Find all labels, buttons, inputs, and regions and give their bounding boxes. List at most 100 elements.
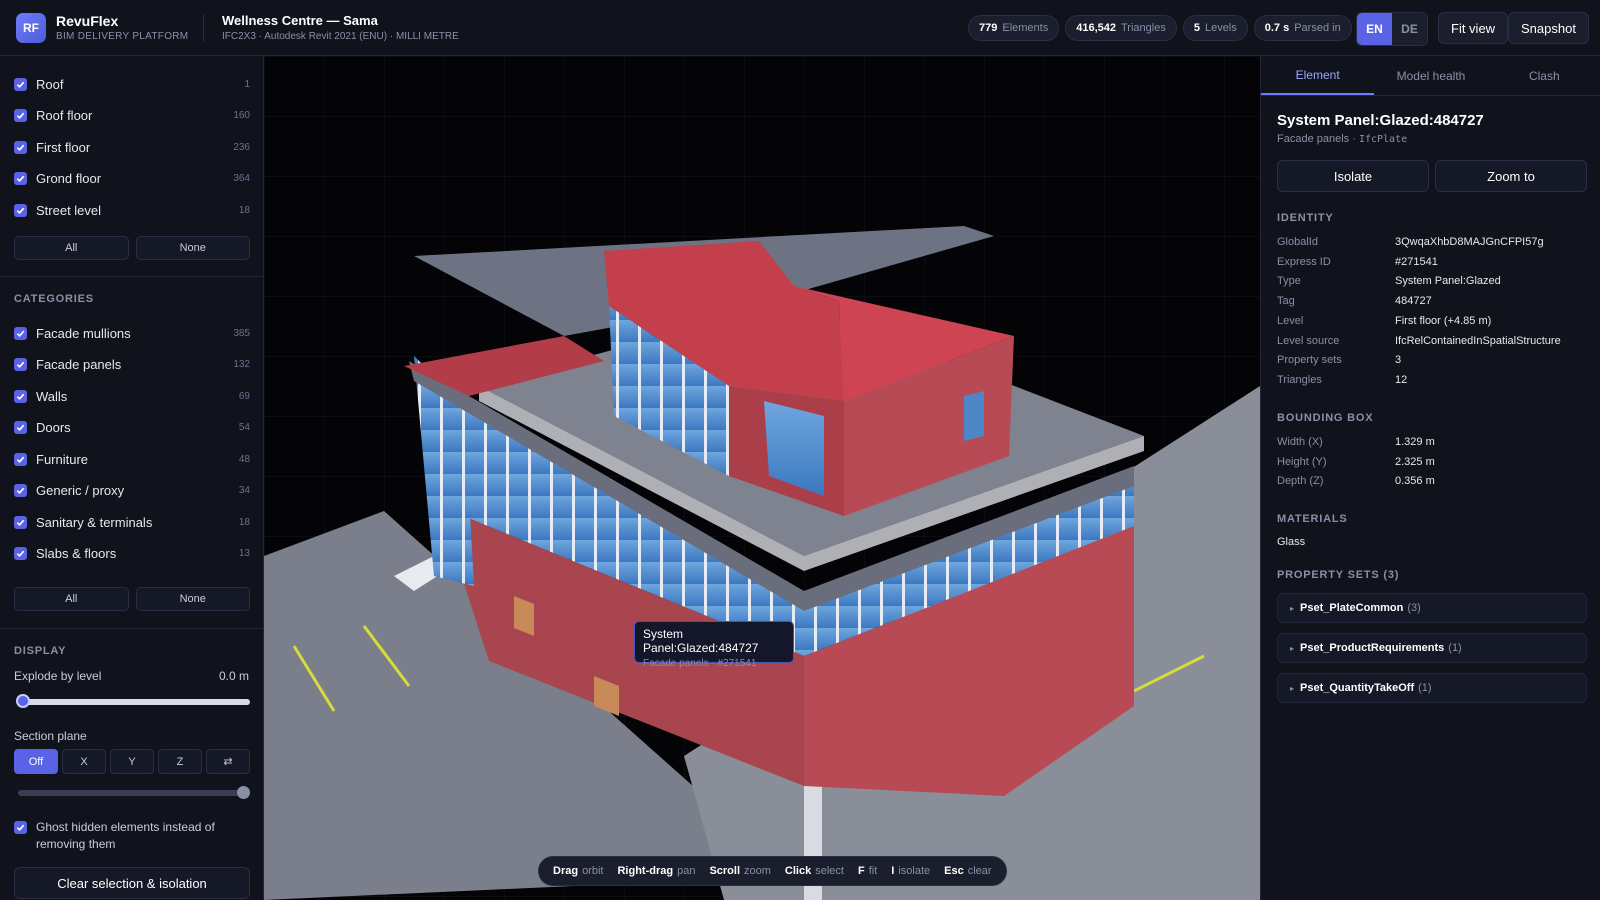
category-checkbox[interactable] — [14, 358, 27, 371]
category-checkbox[interactable] — [14, 421, 27, 434]
level-row[interactable]: Grond floor 364 — [14, 168, 250, 190]
explode-value: 0.0 m — [218, 669, 249, 683]
level-count: 160 — [233, 110, 250, 121]
clear-selection-button[interactable]: Clear selection & isolation — [14, 867, 250, 899]
category-checkbox[interactable] — [14, 326, 27, 340]
level-checkbox[interactable] — [14, 203, 27, 217]
element-subtitle: Facade panels · IfcPlate — [1277, 133, 1408, 145]
bbox-row: Depth (Z) 0.356 m — [1277, 475, 1435, 487]
pset-row[interactable]: ▸ Pset_QuantityTakeOff (1) — [1277, 673, 1587, 703]
category-row[interactable]: Facade mullions 385 — [14, 322, 250, 344]
section-x-button[interactable]: X — [62, 749, 106, 774]
level-checkbox[interactable] — [14, 77, 27, 91]
identity-row: Level source IfcRelContainedInSpatialStru… — [1277, 334, 1561, 347]
element-title: System Panel:Glazed:484727 — [1277, 112, 1484, 129]
level-count: 236 — [233, 141, 250, 153]
level-count: 364 — [233, 173, 250, 184]
materials-header: MATERIALS — [1277, 513, 1348, 525]
pset-row[interactable]: ▸ Pset_ProductRequirements (1) — [1277, 633, 1587, 663]
section-z-button[interactable]: Z — [158, 749, 202, 774]
level-row[interactable]: First floor 236 — [14, 136, 250, 158]
expand-arrow-icon: ▸ — [1290, 683, 1295, 693]
level-row[interactable]: Street level 18 — [14, 199, 250, 221]
expand-arrow-icon: ▸ — [1290, 643, 1295, 653]
category-checkbox[interactable] — [14, 452, 27, 466]
level-checkbox[interactable] — [14, 109, 27, 122]
language-toggle: EN DE — [1356, 12, 1428, 46]
category-count: 132 — [233, 359, 250, 370]
levels-all-button[interactable]: All — [14, 236, 129, 260]
left-panel: Roof 1 Roof floor 160 First floor 236 Grond fl… — [0, 56, 264, 900]
identity-row: Triangles 12 — [1277, 373, 1408, 386]
zoom-to-button[interactable]: Zoom to — [1435, 160, 1587, 192]
pset-row[interactable]: ▸ Pset_PlateCommon (3) — [1277, 593, 1587, 623]
level-label: Grond floor — [36, 171, 102, 186]
category-checkbox[interactable] — [14, 389, 27, 403]
lang-en-button[interactable]: EN — [1357, 13, 1392, 45]
category-count: 34 — [238, 485, 250, 496]
section-flip-button[interactable]: ⇄ — [206, 749, 250, 774]
control-hints: Drag orbit Right-drag pan Scroll zoom Click sel… — [538, 856, 1007, 886]
category-label: Facade panels — [36, 357, 122, 372]
3d-viewport[interactable]: System Panel:Glazed:484727 Facade panels… — [264, 56, 1260, 900]
level-checkbox[interactable] — [14, 140, 27, 154]
category-label: Sanitary & terminals — [36, 514, 153, 530]
category-checkbox[interactable] — [14, 515, 27, 529]
divider — [0, 628, 264, 629]
model-render[interactable] — [264, 56, 1260, 900]
fit-view-button[interactable]: Fit view — [1438, 12, 1509, 44]
category-row[interactable]: Furniture 48 — [14, 448, 250, 470]
level-row[interactable]: Roof floor 160 — [14, 105, 250, 127]
bbox-row: Height (Y) 2.325 m — [1277, 455, 1435, 468]
tab-model-health[interactable]: Model health — [1374, 56, 1487, 95]
categories-toggle-all: All None — [14, 587, 250, 611]
explode-slider[interactable] — [16, 694, 250, 708]
category-label: Slabs & floors — [36, 546, 117, 561]
category-checkbox[interactable] — [14, 547, 27, 560]
category-row[interactable]: Facade panels 132 — [14, 354, 250, 376]
isolate-button[interactable]: Isolate — [1277, 160, 1429, 192]
level-row[interactable]: Roof 1 — [14, 73, 250, 95]
category-row[interactable]: Sanitary & terminals 18 — [14, 511, 250, 533]
level-count: 1 — [244, 78, 250, 90]
section-y-button[interactable]: Y — [110, 749, 154, 774]
section-off-button[interactable]: Off — [14, 749, 58, 774]
project-title: Wellness Centre — Sama — [222, 13, 378, 28]
stat-elements: 779 Elements — [968, 15, 1060, 41]
section-slider-thumb[interactable] — [237, 786, 250, 799]
hint-item: Drag orbit — [553, 865, 604, 877]
explode-slider-thumb[interactable] — [16, 694, 30, 708]
app-subtitle: BIM DELIVERY PLATFORM — [56, 31, 189, 42]
explode-label: Explode by level — [14, 669, 102, 683]
tab-clash[interactable]: Clash — [1488, 56, 1600, 95]
level-checkbox[interactable] — [14, 172, 27, 185]
lang-de-button[interactable]: DE — [1392, 13, 1427, 45]
category-checkbox[interactable] — [14, 484, 27, 497]
categories-all-button[interactable]: All — [14, 587, 129, 611]
stat-triangles: 416,542 Triangles — [1065, 15, 1177, 41]
inspector-tabs: Element Model health Clash — [1261, 56, 1600, 96]
levels-none-button[interactable]: None — [135, 236, 250, 260]
identity-row: Level First floor (+4.85 m) — [1277, 314, 1492, 327]
top-bar: RF RevuFlex BIM DELIVERY PLATFORM Wellne… — [0, 0, 1600, 56]
snapshot-button[interactable]: Snapshot — [1508, 12, 1589, 44]
category-row[interactable]: Doors 54 — [14, 417, 250, 439]
app-name: RevuFlex — [56, 13, 119, 29]
category-row[interactable]: Generic / proxy 34 — [14, 480, 250, 502]
identity-row: Tag 484727 — [1277, 295, 1432, 308]
identity-header: IDENTITY — [1277, 212, 1334, 224]
category-row[interactable]: Walls 69 — [14, 385, 250, 407]
hint-item: Right-drag pan — [617, 865, 696, 877]
categories-none-button[interactable]: None — [135, 587, 250, 611]
stat-levels: 5 Levels — [1182, 15, 1248, 41]
stat-parse-time: 0.7 s Parsed in — [1253, 15, 1352, 41]
ghost-option[interactable]: Ghost hidden elements instead of removin… — [14, 819, 250, 853]
category-row[interactable]: Slabs & floors 13 — [14, 543, 250, 565]
section-slider[interactable] — [18, 786, 250, 799]
ghost-checkbox[interactable] — [14, 821, 27, 834]
model-stats: 779 Elements 416,542 Triangles 5 Levels 0.7… — [968, 15, 1352, 41]
door — [964, 391, 984, 441]
divider — [0, 276, 264, 277]
category-count: 69 — [238, 390, 250, 402]
tab-element[interactable]: Element — [1261, 56, 1375, 95]
